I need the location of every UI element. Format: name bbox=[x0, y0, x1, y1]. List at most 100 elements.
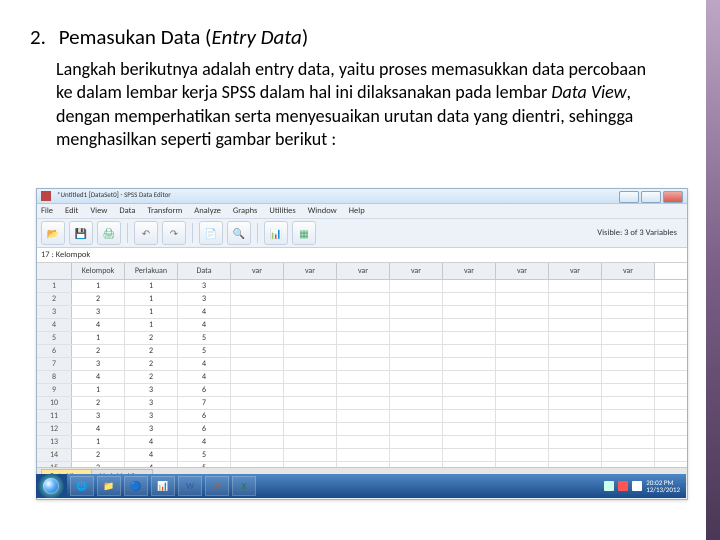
cell[interactable]: 4 bbox=[178, 358, 231, 370]
cell[interactable] bbox=[337, 462, 390, 467]
cell[interactable]: 3 bbox=[72, 358, 125, 370]
cell[interactable] bbox=[549, 306, 602, 318]
menu-view[interactable]: View bbox=[90, 206, 107, 216]
cell[interactable] bbox=[231, 371, 284, 383]
menu-file[interactable]: File bbox=[41, 206, 53, 216]
cell[interactable]: 3 bbox=[178, 293, 231, 305]
cell[interactable]: 5 bbox=[178, 449, 231, 461]
cell[interactable] bbox=[602, 319, 655, 331]
col-var5[interactable]: var bbox=[284, 263, 337, 279]
cell[interactable]: 4 bbox=[72, 423, 125, 435]
table-row[interactable]: 8424 bbox=[37, 371, 687, 384]
cell[interactable] bbox=[443, 280, 496, 292]
cell[interactable] bbox=[337, 384, 390, 396]
cell[interactable]: 5 bbox=[178, 462, 231, 467]
table-row[interactable]: 2213 bbox=[37, 293, 687, 306]
cell[interactable]: 1 bbox=[125, 306, 178, 318]
cell[interactable]: 4 bbox=[72, 319, 125, 331]
cell[interactable]: 2 bbox=[125, 358, 178, 370]
col-var8[interactable]: var bbox=[443, 263, 496, 279]
cell[interactable] bbox=[549, 436, 602, 448]
cell[interactable] bbox=[231, 345, 284, 357]
cell[interactable] bbox=[549, 449, 602, 461]
table-row[interactable]: 14245 bbox=[37, 449, 687, 462]
taskbar-explorer-icon[interactable]: 📁 bbox=[97, 476, 121, 496]
cell[interactable]: 2 bbox=[72, 449, 125, 461]
cell[interactable] bbox=[602, 384, 655, 396]
cell[interactable] bbox=[602, 462, 655, 467]
cell[interactable] bbox=[443, 449, 496, 461]
cell[interactable] bbox=[390, 449, 443, 461]
save-button[interactable]: 💾 bbox=[69, 221, 93, 245]
cell[interactable]: 2 bbox=[125, 345, 178, 357]
col-var9[interactable]: var bbox=[496, 263, 549, 279]
cell[interactable]: 3 bbox=[125, 423, 178, 435]
cell[interactable]: 1 bbox=[72, 332, 125, 344]
cell[interactable] bbox=[231, 423, 284, 435]
table-row[interactable]: 15345 bbox=[37, 462, 687, 467]
cell[interactable] bbox=[496, 397, 549, 409]
cell[interactable] bbox=[284, 384, 337, 396]
cell[interactable] bbox=[602, 410, 655, 422]
cell[interactable] bbox=[549, 358, 602, 370]
tray-icon[interactable] bbox=[618, 481, 628, 491]
cell[interactable] bbox=[602, 397, 655, 409]
cell[interactable] bbox=[496, 462, 549, 467]
taskbar-excel-icon[interactable]: X bbox=[232, 476, 256, 496]
start-button[interactable] bbox=[36, 474, 67, 498]
cell[interactable] bbox=[496, 306, 549, 318]
cell[interactable]: 4 bbox=[178, 371, 231, 383]
cell[interactable]: 3 bbox=[125, 397, 178, 409]
open-button[interactable]: 📂 bbox=[41, 221, 65, 245]
cell[interactable] bbox=[602, 293, 655, 305]
cell[interactable] bbox=[284, 423, 337, 435]
print-button[interactable]: 🖨 bbox=[97, 221, 121, 245]
cell[interactable]: 2 bbox=[72, 397, 125, 409]
table-row[interactable]: 9136 bbox=[37, 384, 687, 397]
cell[interactable] bbox=[390, 410, 443, 422]
col-var10[interactable]: var bbox=[549, 263, 602, 279]
cell[interactable]: 6 bbox=[178, 410, 231, 422]
cell[interactable] bbox=[549, 423, 602, 435]
cell[interactable] bbox=[390, 384, 443, 396]
cell[interactable]: 1 bbox=[125, 280, 178, 292]
cell[interactable] bbox=[549, 410, 602, 422]
cell[interactable] bbox=[390, 280, 443, 292]
cell[interactable] bbox=[443, 345, 496, 357]
cell[interactable] bbox=[390, 436, 443, 448]
cell[interactable]: 6 bbox=[178, 423, 231, 435]
cell[interactable] bbox=[496, 280, 549, 292]
cell[interactable] bbox=[337, 423, 390, 435]
cell[interactable] bbox=[390, 306, 443, 318]
table-row[interactable]: 3314 bbox=[37, 306, 687, 319]
cell[interactable] bbox=[337, 436, 390, 448]
cell[interactable] bbox=[443, 397, 496, 409]
cell[interactable] bbox=[231, 293, 284, 305]
table-row[interactable]: 5125 bbox=[37, 332, 687, 345]
cell[interactable] bbox=[284, 371, 337, 383]
cell[interactable]: 4 bbox=[178, 319, 231, 331]
cell[interactable]: 1 bbox=[125, 293, 178, 305]
cell[interactable] bbox=[496, 449, 549, 461]
col-var4[interactable]: var bbox=[231, 263, 284, 279]
cell[interactable]: 5 bbox=[178, 332, 231, 344]
cell[interactable] bbox=[231, 397, 284, 409]
cell[interactable] bbox=[549, 397, 602, 409]
col-kelompok[interactable]: Kelompok bbox=[72, 263, 125, 279]
redo-button[interactable]: ↷ bbox=[162, 221, 186, 245]
cell[interactable] bbox=[337, 410, 390, 422]
cell[interactable]: 4 bbox=[125, 462, 178, 467]
cell[interactable] bbox=[549, 371, 602, 383]
cell[interactable] bbox=[390, 293, 443, 305]
cell[interactable]: 1 bbox=[72, 384, 125, 396]
taskbar-ppt-icon[interactable]: P bbox=[205, 476, 229, 496]
cell[interactable] bbox=[337, 397, 390, 409]
minimize-button[interactable] bbox=[619, 191, 639, 203]
cell[interactable] bbox=[496, 358, 549, 370]
cell[interactable]: 6 bbox=[178, 384, 231, 396]
col-var7[interactable]: var bbox=[390, 263, 443, 279]
cell[interactable] bbox=[496, 345, 549, 357]
cell[interactable] bbox=[231, 358, 284, 370]
table-row[interactable]: 12436 bbox=[37, 423, 687, 436]
cell[interactable] bbox=[443, 293, 496, 305]
